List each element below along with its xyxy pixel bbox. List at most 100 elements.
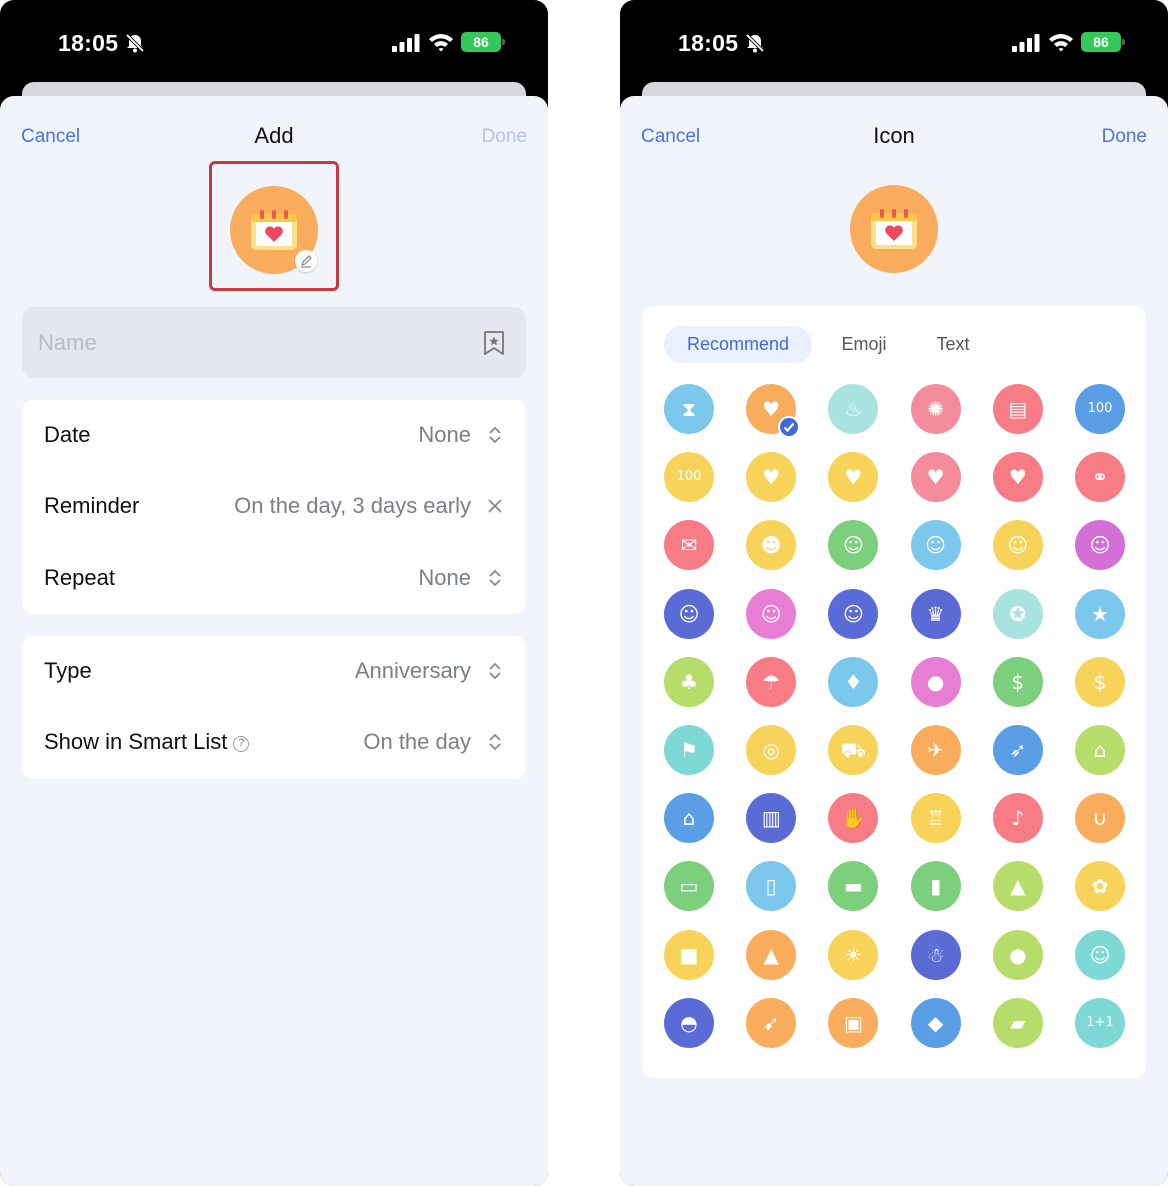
icon-option[interactable]: 100 [1075,384,1125,434]
icon-option[interactable]: ☺ [828,588,879,639]
icon-option[interactable]: ■ [664,929,714,980]
icon-option[interactable]: 1+1 [1075,997,1125,1048]
icon-option[interactable]: ⛟ [828,725,879,775]
icon-option[interactable]: ✈ [910,725,961,775]
icon-option[interactable]: ♣ [664,656,714,707]
icon-option[interactable]: ♦ [828,656,879,707]
icon-option[interactable]: ♥ [910,452,961,503]
icon-option[interactable]: ♥ [992,452,1043,503]
repeat-row[interactable]: Repeat None [22,543,526,614]
icon-option[interactable]: ♥ [828,452,879,503]
flag-icon: ⚑ [680,738,698,762]
type-settings-card: Type Anniversary Show in Smart List? On … [22,636,526,779]
money-bag-icon: $ [1011,669,1025,694]
grandpa-icon: ☺ [842,601,864,626]
icon-option[interactable]: ⚑ [664,725,714,775]
icon-option[interactable]: ♥ [746,384,801,438]
icon-option[interactable]: ☂ [746,656,797,707]
icon-option[interactable]: ♥ [746,452,797,503]
school-icon: ⌂ [1093,738,1107,762]
name-field[interactable] [22,307,526,378]
icon-option[interactable]: ☺ [1075,929,1125,980]
icon-option[interactable]: ● [910,656,961,707]
icon-option[interactable]: ➶ [992,725,1043,775]
icon-option[interactable]: ♛ [910,588,961,639]
icon-option[interactable]: ☻ [746,520,797,571]
christmas-tree-icon: ▲ [1010,874,1026,899]
icon-option[interactable]: ☺ [992,520,1043,571]
microphone-icon: ♪ [1011,806,1025,831]
icon-option[interactable]: ☺ [664,588,714,639]
icon-option[interactable]: ▲ [746,929,797,980]
icon-option[interactable]: ⚭ [1075,452,1125,503]
passport-icon: ▯ [765,874,777,899]
tab-recommend[interactable]: Recommend [664,326,812,363]
runner-icon: ➹ [762,1010,780,1035]
smart-list-row[interactable]: Show in Smart List? On the day [22,707,526,778]
stethoscope-icon: ∪ [1092,806,1108,831]
icon-option[interactable]: ☺ [746,588,797,639]
status-bar: 18:05 86 [620,0,1168,86]
icon-option[interactable]: ∪ [1075,793,1125,844]
turkey-icon: ◓ [680,1010,698,1035]
icon-option[interactable]: ☃ [910,929,961,980]
icon-option[interactable]: ▣ [828,997,879,1048]
icon-option[interactable]: ✉ [664,520,714,571]
icon-option[interactable]: $ [992,656,1043,707]
icon-option[interactable]: ▤ [992,384,1043,434]
hourglass-icon: ⧗ [681,397,697,421]
love-birds-icon: ♥ [926,465,945,490]
icon-option[interactable]: ♪ [992,793,1043,844]
reminder-row[interactable]: Reminder On the day, 3 days early [22,471,526,542]
icon-option[interactable]: ◎ [746,725,797,775]
icon-option[interactable]: ⌂ [1075,725,1125,775]
type-row[interactable]: Type Anniversary [22,636,526,707]
name-input[interactable] [38,307,468,378]
icon-option[interactable]: ▲ [992,861,1043,912]
icon-option[interactable]: ✋ [828,793,879,844]
icon-option[interactable]: ▯ [746,861,797,912]
date-row[interactable]: Date None [22,400,526,471]
tab-emoji[interactable]: Emoji [824,326,904,363]
icon-option[interactable]: ✿ [1075,861,1125,912]
icon-option[interactable]: ⧗ [664,384,714,434]
icon-option[interactable]: ◓ [664,997,714,1048]
icon-option[interactable]: ● [992,929,1043,980]
icon-option[interactable]: ▰ [992,997,1043,1048]
clear-icon[interactable] [488,496,502,516]
icon-option[interactable]: ▭ [664,861,714,912]
status-time: 18:05 [678,30,739,56]
icon-option[interactable]: ➹ [746,997,797,1048]
icon-option[interactable]: ☺ [1075,520,1125,571]
boy-face-icon: ☺ [925,533,947,558]
icon-option[interactable]: ✪ [992,588,1043,639]
icon-option[interactable]: ☺ [910,520,961,571]
cellular-signal-icon [392,34,420,52]
cheers-icon: ♦ [844,669,863,694]
tab-text[interactable]: Text [916,326,990,363]
battery-indicator: 86 [461,32,505,52]
help-icon[interactable]: ? [233,736,250,752]
icon-option[interactable]: $ [1075,656,1125,707]
icon-option[interactable]: ☀ [828,929,879,980]
icon-option[interactable]: ◆ [910,997,961,1048]
icon-option[interactable]: ✺ [910,384,961,434]
icon-option[interactable]: ▬ [828,861,879,912]
done-button[interactable]: Done [482,126,527,148]
icon-option[interactable]: ☺ [828,520,879,571]
handshake-icon: ✋ [840,806,866,831]
done-button[interactable]: Done [1102,126,1147,148]
calendar-100-icon: 100 [1087,401,1113,416]
icon-option[interactable]: 100 [664,452,714,503]
bookmark-star-icon[interactable] [482,330,506,356]
icon-preview [850,185,938,273]
icon-option[interactable]: ⌂ [664,793,714,844]
reminder-label: Reminder [44,493,140,518]
icon-option[interactable]: ★ [1075,588,1125,639]
type-value: Anniversary [354,658,471,683]
icon-option[interactable]: ♖ [910,793,961,844]
car-icon: ⛟ [840,738,866,762]
icon-option[interactable]: ♨ [828,384,879,434]
icon-option[interactable]: ▮ [910,861,961,912]
icon-option[interactable]: ▥ [746,793,797,844]
